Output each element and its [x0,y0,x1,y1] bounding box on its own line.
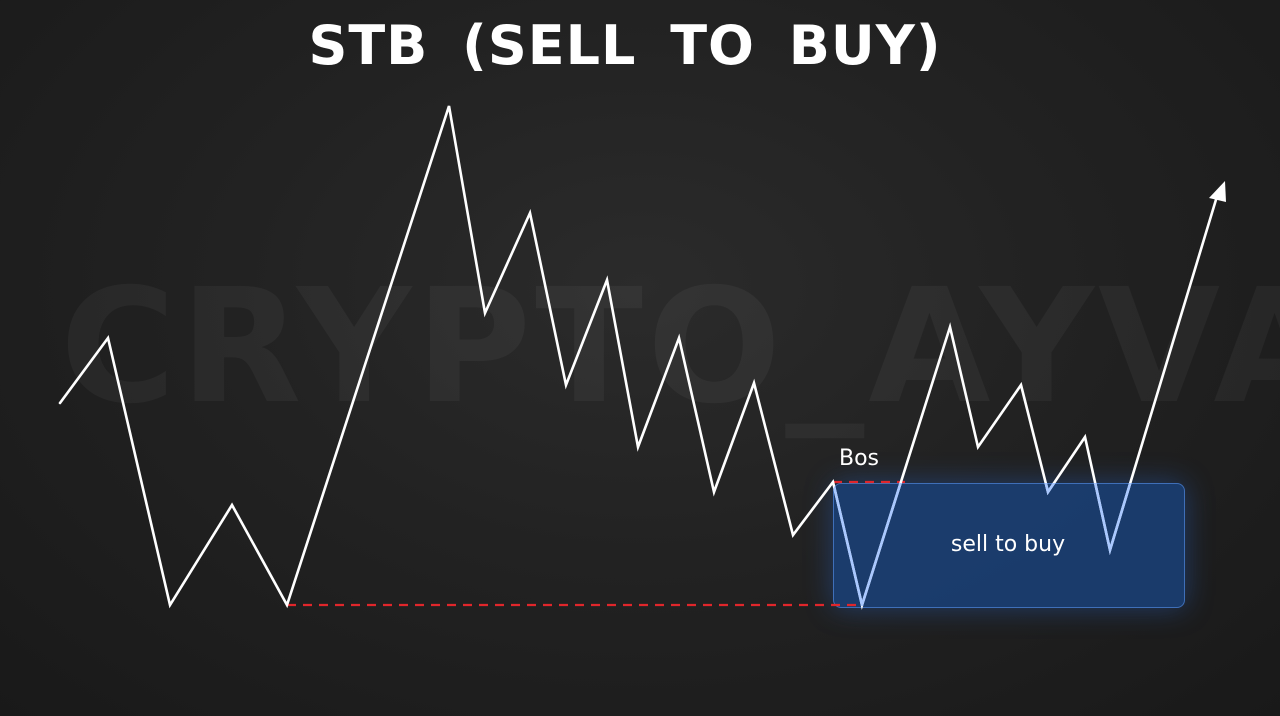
arrow-up-right-icon [1209,181,1226,202]
stb-diagram: CRYPTO_AYVA STB (SELL TO BUY) Bos sell t… [0,0,1280,716]
bos-label: Bos [839,446,880,471]
price-path-chart [58,105,1226,610]
zone-label: sell to buy [950,532,1066,557]
price-path-line [58,105,1220,610]
